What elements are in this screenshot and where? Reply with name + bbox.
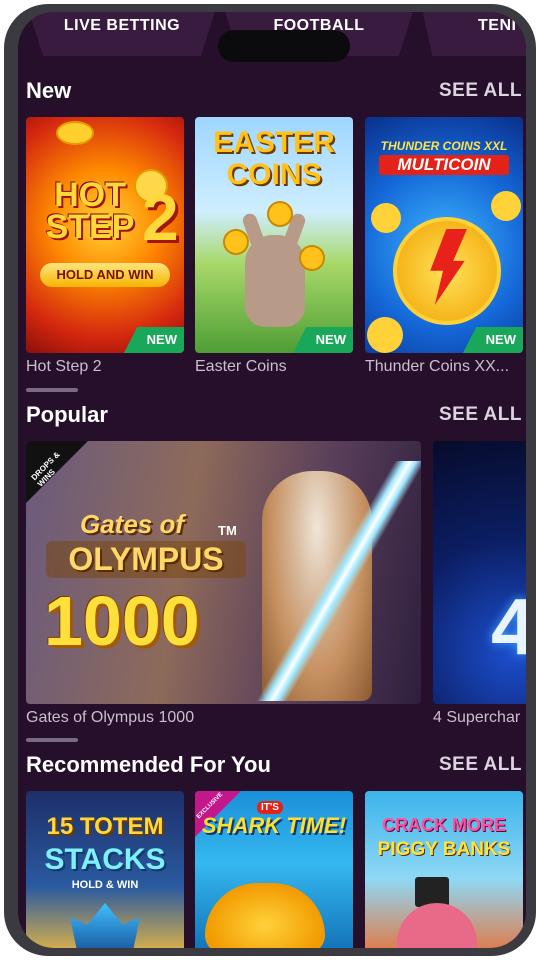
section-title-popular: Popular <box>26 402 108 427</box>
game-art-title: Gates of <box>80 509 185 539</box>
dynamic-island <box>218 30 350 62</box>
tab-tennis[interactable]: TENI <box>422 12 526 56</box>
lightning-bolt-icon <box>256 461 421 701</box>
new-badge: NEW <box>463 327 523 353</box>
game-card-its-shark-time[interactable]: EXCLUSIVE IT'S SHARK TIME! <box>195 791 353 948</box>
game-art-title: THUNDER COINS XXL <box>380 139 508 153</box>
new-badge: NEW <box>293 327 353 353</box>
game-art-number: 1000 <box>44 582 200 660</box>
game-art-trademark: TM <box>218 523 237 538</box>
section-title-recommended: Recommended For You <box>26 752 271 777</box>
game-card-15-totem-stacks[interactable]: 15 TOTEM STACKS HOLD & WIN <box>26 791 184 948</box>
game-name[interactable]: Hot Step 2 <box>26 358 102 376</box>
app-screen: LIVE BETTING FOOTBALL TENI New SEE ALL H… <box>18 12 526 948</box>
game-art-title: 15 TOTEM <box>46 813 164 840</box>
see-all-popular-button[interactable]: SEE ALL <box>439 404 522 426</box>
game-art-number: 4 <box>491 582 526 671</box>
game-card-thunder-coins[interactable]: THUNDER COINS XXL MULTICOIN NEW <box>365 117 523 353</box>
coin-icon <box>299 245 325 271</box>
phone-frame: LIVE BETTING FOOTBALL TENI New SEE ALL H… <box>4 4 536 956</box>
game-art-title: SHARK TIME! <box>201 813 347 838</box>
game-name[interactable]: Easter Coins <box>195 358 287 376</box>
coin-icon <box>367 317 403 353</box>
game-art-title: OLYMPUS <box>46 541 246 578</box>
new-badge: NEW <box>124 327 184 353</box>
tab-live-betting[interactable]: LIVE BETTING <box>28 12 216 56</box>
shark-icon <box>205 883 325 948</box>
game-art-title: MULTICOIN <box>379 155 509 175</box>
carousel-scroll-indicator <box>26 738 78 742</box>
game-card-4-superchar[interactable]: 4 <box>433 441 526 704</box>
game-art-title: CRACK MORE <box>382 815 506 835</box>
carousel-scroll-indicator <box>26 388 78 392</box>
piggy-icon <box>397 903 477 948</box>
game-art-title: COINS <box>226 158 322 191</box>
totem-icon <box>70 903 140 948</box>
game-name[interactable]: Gates of Olympus 1000 <box>26 709 194 727</box>
game-name[interactable]: Thunder Coins XX... <box>365 358 509 376</box>
section-title-new: New <box>26 78 72 103</box>
game-art-title: STACKS <box>44 843 166 876</box>
game-card-easter-coins[interactable]: EASTER COINS NEW <box>195 117 353 353</box>
game-art-number: 2 <box>142 180 179 254</box>
coin-icon <box>56 121 94 145</box>
game-card-gates-of-olympus-1000[interactable]: DROPS & WINS Gates of OLYMPUS TM 1000 <box>26 441 421 704</box>
game-art-title: EASTER <box>213 126 335 159</box>
see-all-recommended-button[interactable]: SEE ALL <box>439 754 522 776</box>
game-art-title: STEP <box>45 208 135 246</box>
game-art-subtitle: HOLD AND WIN <box>40 263 170 287</box>
coin-icon <box>267 201 293 227</box>
see-all-new-button[interactable]: SEE ALL <box>439 80 522 102</box>
game-art-title: PIGGY BANKS <box>377 839 511 860</box>
coin-icon <box>223 229 249 255</box>
coin-icon <box>491 191 521 221</box>
game-art-title: HOT <box>54 176 126 214</box>
game-art-subtitle: HOLD & WIN <box>71 879 139 891</box>
game-card-hot-step-2[interactable]: HOT STEP 2 HOLD AND WIN NEW <box>26 117 184 353</box>
game-card-crack-more-piggy-banks[interactable]: CRACK MORE PIGGY BANKS <box>365 791 523 948</box>
coin-icon <box>371 203 401 233</box>
game-name[interactable]: 4 Superchar <box>433 709 520 727</box>
